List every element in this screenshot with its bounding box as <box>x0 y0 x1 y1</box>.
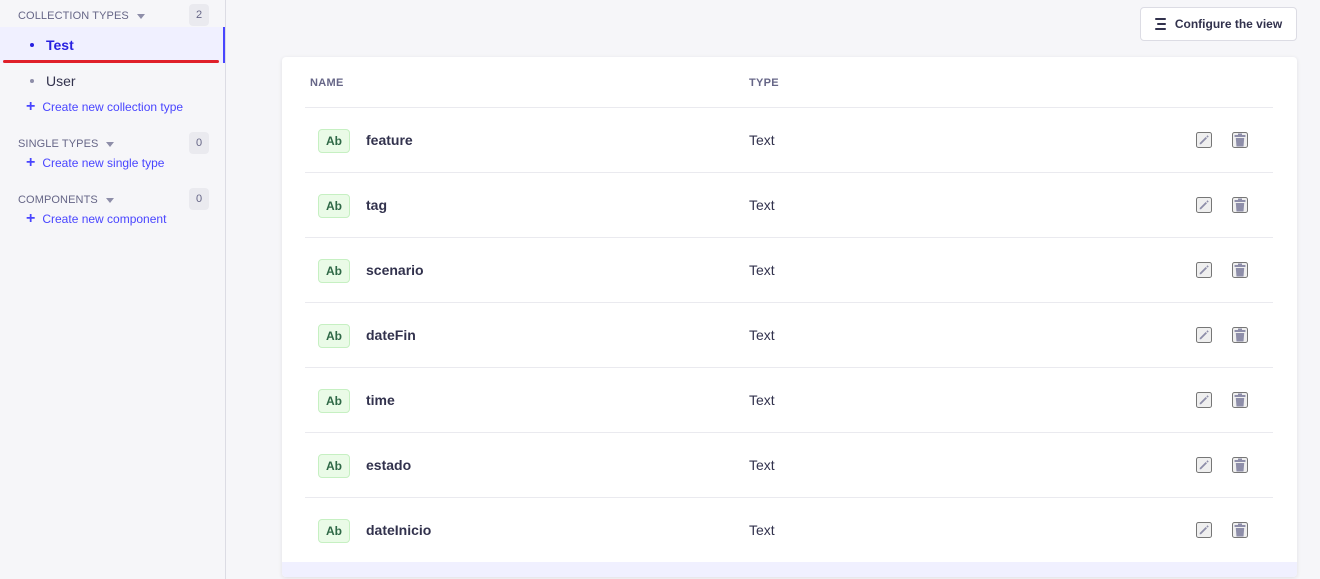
pencil-icon <box>1199 395 1209 405</box>
plus-icon: + <box>26 154 36 171</box>
single-types-count: 0 <box>189 132 209 154</box>
table-row[interactable]: Ab dateFin Text <box>305 303 1273 368</box>
table-row[interactable]: Ab scenario Text <box>305 238 1273 303</box>
field-name: dateFin <box>366 327 416 343</box>
delete-field-button[interactable] <box>1232 197 1248 213</box>
edit-field-button[interactable] <box>1196 327 1212 343</box>
delete-field-button[interactable] <box>1232 392 1248 408</box>
text-type-badge: Ab <box>318 324 350 348</box>
card-footer <box>282 562 1297 577</box>
sidebar-item-label: Test <box>46 37 74 53</box>
caret-down-icon <box>136 13 145 19</box>
text-type-badge: Ab <box>318 194 350 218</box>
single-types-header[interactable]: SINGLE TYPES <box>18 134 115 154</box>
edit-field-button[interactable] <box>1196 392 1212 408</box>
field-name: scenario <box>366 262 424 278</box>
plus-icon: + <box>26 98 36 115</box>
delete-field-button[interactable] <box>1232 132 1248 148</box>
trash-icon <box>1234 523 1246 537</box>
edit-field-button[interactable] <box>1196 457 1212 473</box>
trash-icon <box>1234 458 1246 472</box>
edit-field-button[interactable] <box>1196 132 1212 148</box>
pencil-icon <box>1199 200 1209 210</box>
collection-types-count: 2 <box>189 4 209 26</box>
pencil-icon <box>1199 460 1209 470</box>
components-header[interactable]: COMPONENTS <box>18 190 114 210</box>
single-types-title: SINGLE TYPES <box>18 138 99 150</box>
delete-field-button[interactable] <box>1232 262 1248 278</box>
pencil-icon <box>1199 265 1209 275</box>
text-type-badge: Ab <box>318 389 350 413</box>
text-type-badge: Ab <box>318 519 350 543</box>
create-component-label: Create new component <box>42 212 167 226</box>
table-row[interactable]: Ab time Text <box>305 368 1273 433</box>
field-type: Text <box>749 457 775 473</box>
column-header-name: NAME <box>310 77 344 89</box>
table-row[interactable]: Ab feature Text <box>305 108 1273 173</box>
delete-field-button[interactable] <box>1232 457 1248 473</box>
text-type-badge: Ab <box>318 129 350 153</box>
delete-field-button[interactable] <box>1232 522 1248 538</box>
field-type: Text <box>749 132 775 148</box>
caret-down-icon <box>105 197 114 203</box>
edit-field-button[interactable] <box>1196 262 1212 278</box>
edit-field-button[interactable] <box>1196 522 1212 538</box>
trash-icon <box>1234 263 1246 277</box>
field-name: dateInicio <box>366 522 432 538</box>
fields-table-card: NAME TYPE Ab feature Text Ab tag Text Ab… <box>282 57 1297 577</box>
field-type: Text <box>749 392 775 408</box>
configure-view-label: Configure the view <box>1174 17 1283 31</box>
field-name: feature <box>366 132 413 148</box>
components-title: COMPONENTS <box>18 194 98 206</box>
configure-view-button[interactable]: Configure the view <box>1140 7 1297 41</box>
field-type: Text <box>749 197 775 213</box>
trash-icon <box>1234 133 1246 147</box>
create-single-type-link[interactable]: + Create new single type <box>26 154 164 172</box>
table-row[interactable]: Ab dateInicio Text <box>305 498 1273 563</box>
table-row[interactable]: Ab tag Text <box>305 173 1273 238</box>
bullet-icon <box>30 43 34 47</box>
text-type-badge: Ab <box>318 259 350 283</box>
field-name: tag <box>366 197 387 213</box>
edit-field-button[interactable] <box>1196 197 1212 213</box>
field-type: Text <box>749 327 775 343</box>
column-header-type: TYPE <box>749 77 779 89</box>
caret-down-icon <box>106 141 115 147</box>
trash-icon <box>1234 328 1246 342</box>
pencil-icon <box>1199 525 1209 535</box>
field-name: estado <box>366 457 412 473</box>
bullet-icon <box>30 79 34 83</box>
text-type-badge: Ab <box>318 454 350 478</box>
content-type-sidebar: COLLECTION TYPES 2 Test User + Create ne… <box>0 0 226 579</box>
field-type: Text <box>749 522 775 538</box>
field-name: time <box>366 392 395 408</box>
list-lines-icon <box>1154 18 1166 30</box>
pencil-icon <box>1199 330 1209 340</box>
create-collection-type-label: Create new collection type <box>42 100 184 114</box>
delete-field-button[interactable] <box>1232 327 1248 343</box>
table-row[interactable]: Ab estado Text <box>305 433 1273 498</box>
sidebar-item-label: User <box>46 73 76 89</box>
components-count: 0 <box>189 188 209 210</box>
create-single-type-label: Create new single type <box>42 156 165 170</box>
sidebar-item-user[interactable]: User <box>0 63 225 99</box>
pencil-icon <box>1199 135 1209 145</box>
collection-types-title: COLLECTION TYPES <box>18 10 129 22</box>
plus-icon: + <box>26 210 36 227</box>
collection-types-header[interactable]: COLLECTION TYPES <box>18 6 145 26</box>
create-component-link[interactable]: + Create new component <box>26 210 166 228</box>
field-type: Text <box>749 262 775 278</box>
table-header: NAME TYPE <box>305 57 1273 108</box>
trash-icon <box>1234 393 1246 407</box>
sidebar-item-test[interactable]: Test <box>0 27 225 63</box>
trash-icon <box>1234 198 1246 212</box>
create-collection-type-link[interactable]: + Create new collection type <box>26 98 183 116</box>
